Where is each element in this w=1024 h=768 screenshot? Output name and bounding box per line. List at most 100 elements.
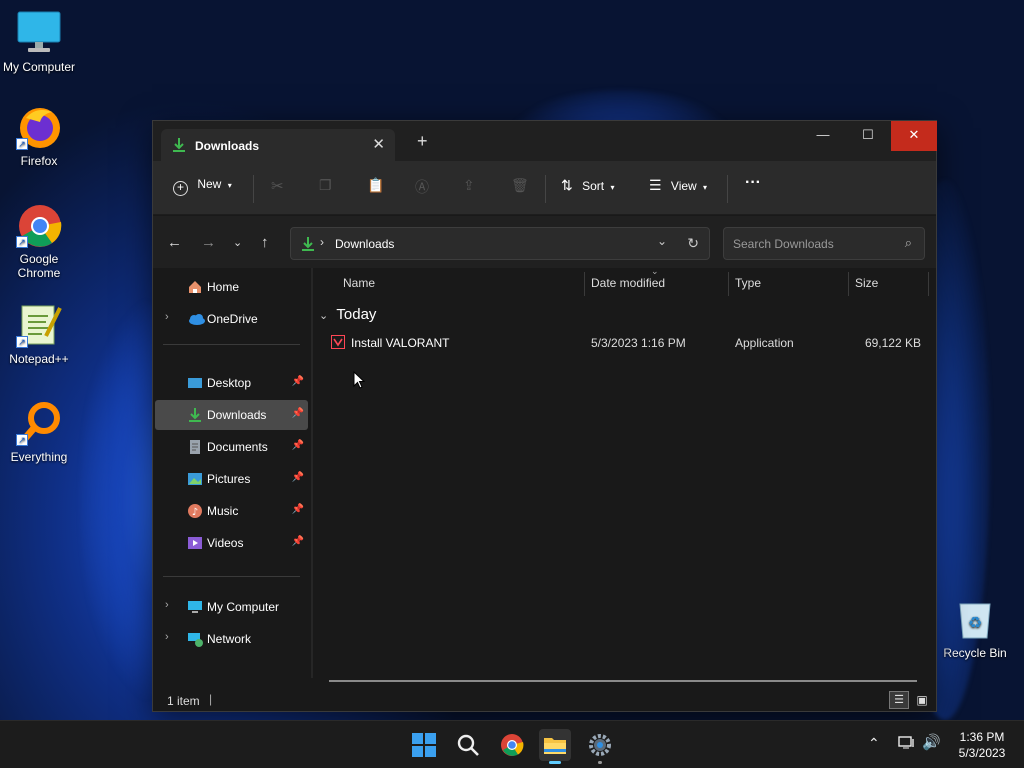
- cut-icon[interactable]: ✂: [271, 177, 284, 195]
- breadcrumb-downloads[interactable]: Downloads: [335, 237, 394, 251]
- file-date: 5/3/2023 1:16 PM: [591, 336, 686, 350]
- sidebar-item-desktop[interactable]: Desktop 📌: [155, 368, 308, 398]
- pin-icon[interactable]: 📌: [292, 440, 304, 451]
- sidebar-item-documents[interactable]: Documents 📌: [155, 432, 308, 462]
- desktop-icon-label: Everything: [10, 450, 68, 464]
- details-view-button[interactable]: ☰: [889, 691, 909, 709]
- tab-downloads[interactable]: Downloads ✕: [161, 129, 395, 161]
- running-indicator: [598, 761, 602, 764]
- forward-button[interactable]: →: [201, 234, 216, 251]
- clock[interactable]: 1:36 PM 5/3/2023: [950, 729, 1014, 761]
- sidebar-item-label: Videos: [207, 536, 244, 550]
- minimize-button[interactable]: —: [800, 121, 846, 151]
- settings-taskbar-button[interactable]: [584, 729, 616, 764]
- chevron-right-icon[interactable]: ›: [165, 311, 169, 323]
- start-button[interactable]: [408, 729, 440, 761]
- close-button[interactable]: ✕: [891, 121, 937, 151]
- desktop-icon-label: Firefox: [20, 154, 58, 168]
- refresh-icon[interactable]: ↻: [687, 235, 699, 252]
- column-header-name[interactable]: Name: [343, 276, 375, 290]
- separator: [253, 175, 254, 203]
- maximize-button[interactable]: ☐: [845, 121, 891, 151]
- back-button[interactable]: ←: [167, 234, 182, 251]
- monitor-icon: [187, 599, 203, 615]
- title-bar[interactable]: Downloads ✕ + — ☐ ✕: [153, 121, 937, 161]
- copy-icon[interactable]: ❐: [319, 177, 332, 194]
- sidebar-item-downloads[interactable]: Downloads 📌: [155, 400, 308, 430]
- download-icon: [301, 236, 315, 255]
- sidebar-item-music[interactable]: ♪ Music 📌: [155, 496, 308, 526]
- address-bar[interactable]: › Downloads ⌄ ↻: [290, 227, 710, 260]
- rename-icon[interactable]: Ⓐ: [415, 177, 429, 197]
- desktop-icon-notepadpp[interactable]: ↗ Notepad++: [0, 302, 78, 366]
- column-header-date[interactable]: Date modified: [591, 276, 665, 290]
- chrome-icon: ↗: [16, 202, 62, 248]
- column-separator[interactable]: [928, 272, 929, 296]
- address-dropdown-icon[interactable]: ⌄: [657, 234, 667, 248]
- chrome-taskbar-button[interactable]: [496, 729, 528, 761]
- pictures-icon: [187, 471, 203, 487]
- start-icon: [412, 733, 436, 757]
- column-separator[interactable]: [584, 272, 585, 296]
- up-button[interactable]: ↑: [261, 234, 269, 251]
- large-icons-view-button[interactable]: ▣: [913, 691, 931, 709]
- sort-button[interactable]: ⇅ Sort ▾: [561, 177, 614, 194]
- search-box[interactable]: Search Downloads ⌕: [723, 227, 925, 260]
- desktop-icon-firefox[interactable]: ↗ Firefox: [0, 104, 78, 168]
- more-options-button[interactable]: ···: [745, 174, 761, 192]
- delete-icon[interactable]: 🗑: [511, 177, 529, 194]
- sidebar-item-network[interactable]: › Network: [155, 624, 308, 654]
- sort-label: Sort: [582, 179, 605, 193]
- desktop-icon-recycle-bin[interactable]: ♻ Recycle Bin: [936, 596, 1014, 660]
- desktop-icon-everything[interactable]: ↗ Everything: [0, 400, 78, 464]
- share-icon[interactable]: ⇪: [463, 177, 475, 194]
- column-separator[interactable]: [728, 272, 729, 296]
- videos-icon: [187, 535, 203, 551]
- sidebar-item-home[interactable]: Home: [155, 272, 308, 302]
- network-status-icon[interactable]: [898, 735, 916, 754]
- group-label: Today: [336, 306, 377, 323]
- sidebar-item-pictures[interactable]: Pictures 📌: [155, 464, 308, 494]
- chevron-right-icon[interactable]: ›: [165, 631, 169, 643]
- new-tab-button[interactable]: +: [417, 132, 428, 150]
- sidebar-item-label: OneDrive: [207, 312, 258, 326]
- recent-locations-button[interactable]: ⌄: [233, 236, 242, 249]
- show-hidden-icons-button[interactable]: ⌃: [868, 735, 880, 752]
- file-row[interactable]: Install VALORANT 5/3/2023 1:16 PM Applic…: [329, 331, 933, 355]
- file-explorer-taskbar-button[interactable]: [539, 729, 571, 764]
- pin-icon[interactable]: 📌: [292, 408, 304, 419]
- desktop-icon-chrome[interactable]: ↗ Google Chrome: [0, 202, 78, 280]
- volume-icon[interactable]: 🔊: [922, 733, 941, 751]
- column-header-type[interactable]: Type: [735, 276, 761, 290]
- column-separator[interactable]: [848, 272, 849, 296]
- pin-icon[interactable]: 📌: [292, 536, 304, 547]
- file-explorer-window: Downloads ✕ + — ☐ ✕ + New ▾ ✂ ❐ 📋 Ⓐ ⇪ 🗑 …: [152, 120, 937, 712]
- sidebar-item-label: Desktop: [207, 376, 252, 390]
- status-separator: |: [209, 692, 213, 706]
- desktop-icon-my-computer[interactable]: My Computer: [0, 10, 78, 74]
- pin-icon[interactable]: 📌: [292, 472, 304, 483]
- divider: [163, 344, 300, 345]
- sidebar-item-my-computer[interactable]: › My Computer: [155, 592, 308, 622]
- pin-icon[interactable]: 📌: [292, 376, 304, 387]
- tab-title: Downloads: [195, 139, 260, 153]
- horizontal-scrollbar[interactable]: [329, 680, 917, 682]
- search-button[interactable]: [452, 729, 484, 761]
- item-count: 1 item: [167, 694, 200, 708]
- file-row[interactable]: [329, 452, 927, 478]
- view-button[interactable]: ☰ View ▾: [649, 177, 707, 194]
- chevron-down-icon: ▾: [610, 183, 615, 192]
- paste-icon[interactable]: 📋: [367, 177, 384, 194]
- new-button[interactable]: + New ▾: [173, 177, 232, 196]
- chevron-right-icon: ›: [320, 235, 324, 249]
- pin-icon[interactable]: 📌: [292, 504, 304, 515]
- chevron-right-icon[interactable]: ›: [165, 599, 169, 611]
- separator: [727, 175, 728, 203]
- sidebar-item-videos[interactable]: Videos 📌: [155, 528, 308, 558]
- sidebar-item-onedrive[interactable]: › OneDrive: [155, 304, 308, 334]
- chevron-down-icon: ▾: [703, 183, 708, 192]
- group-header-today[interactable]: ⌄ Today: [319, 306, 376, 323]
- command-bar: + New ▾ ✂ ❐ 📋 Ⓐ ⇪ 🗑 ⇅ Sort ▾ ☰ View ▾ ··…: [153, 161, 936, 215]
- tab-close-button[interactable]: ✕: [372, 135, 385, 153]
- column-header-size[interactable]: Size: [855, 276, 878, 290]
